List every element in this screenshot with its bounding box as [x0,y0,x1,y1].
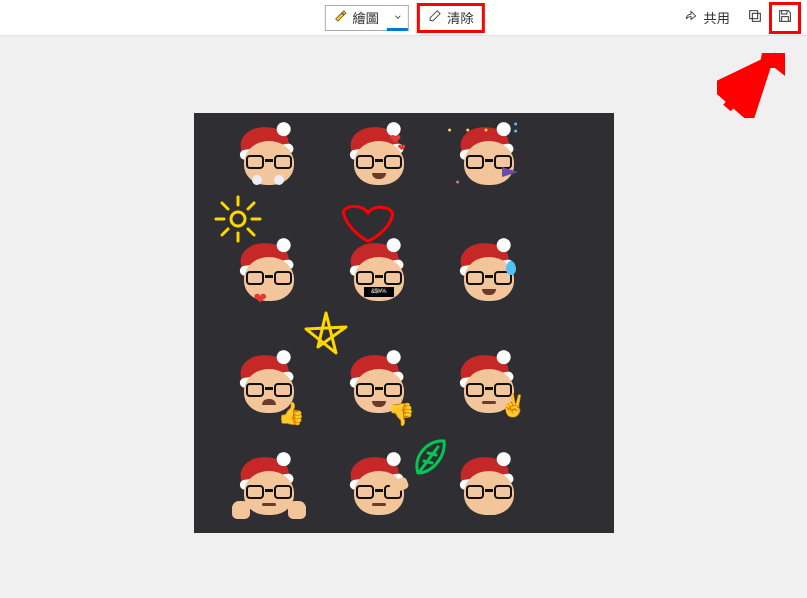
copy-icon [747,8,763,27]
draw-button[interactable]: 繪圖 [324,5,387,31]
canvas-area: ❤ ❤ ● ● ● ● ● ● ❤ [0,36,807,598]
draw-dropdown-button[interactable] [387,5,409,31]
save-icon [777,8,793,27]
chevron-down-icon [393,10,403,25]
copy-button[interactable] [741,4,769,32]
share-icon [684,9,698,26]
memoji-thumbs-up: 👍 [234,351,304,421]
censor-text: &$!#% [364,287,394,297]
share-button[interactable]: 共用 [675,5,739,31]
draw-label: 繪圖 [352,8,379,27]
toolbar-right: 共用 [675,4,799,32]
clear-label: 清除 [447,8,474,27]
memoji-censored: &$!#% [344,239,414,309]
memoji-heart-kiss: ❤ [234,239,304,309]
memoji-gasp [454,453,524,523]
memoji-hearts: ❤ ❤ [344,123,414,193]
clear-button[interactable]: 清除 [419,5,483,31]
eraser-icon [428,9,442,26]
memoji-blowing [234,123,304,193]
memoji-peace: ✌ [454,351,524,421]
active-indicator [387,28,408,31]
toolbar: 繪圖 清除 共用 [0,0,807,36]
edited-image[interactable]: ❤ ❤ ● ● ● ● ● ● ❤ [194,113,614,533]
toolbar-center: 繪圖 清除 [324,5,482,31]
memoji-jazz-hands [234,453,304,523]
memoji-party: ● ● ● ● ● ● [454,123,524,193]
sun-doodle-icon [208,191,268,246]
draw-button-group: 繪圖 [324,5,409,31]
highlighter-icon [333,9,347,26]
memoji-thumbs-down: 👍 [344,351,414,421]
save-button[interactable] [771,4,799,32]
memoji-sweat [454,239,524,309]
memoji-salute [344,453,414,523]
share-label: 共用 [703,8,730,27]
